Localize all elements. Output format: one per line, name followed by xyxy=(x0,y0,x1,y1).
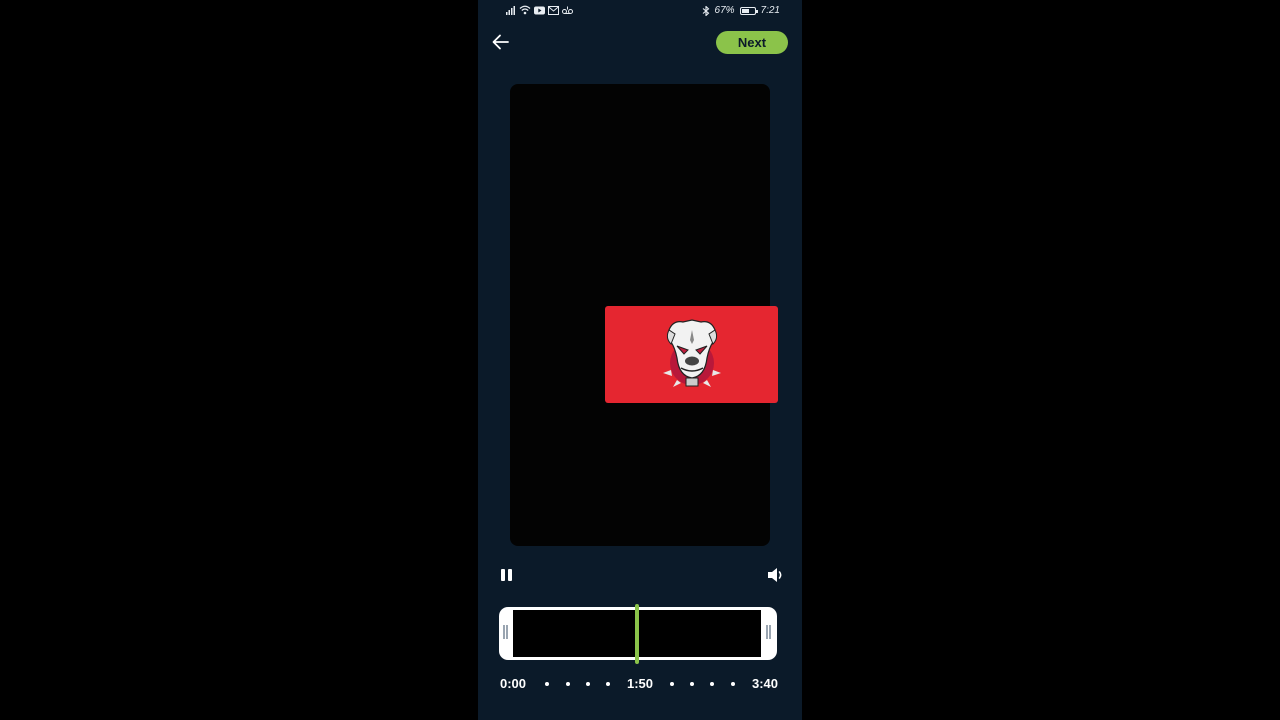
tick-dot xyxy=(690,682,694,686)
time-end: 3:40 xyxy=(752,676,779,691)
trim-timeline[interactable] xyxy=(499,604,779,664)
time-ruler: 0:00 1:50 3:40 xyxy=(500,676,782,692)
bluetooth-icon xyxy=(702,5,709,16)
time-start: 0:00 xyxy=(500,676,527,691)
signal-icon xyxy=(506,5,515,15)
mail-icon xyxy=(548,5,559,15)
arrow-left-icon xyxy=(492,34,509,50)
overlay-logo-sticker[interactable] xyxy=(605,306,778,403)
battery-icon xyxy=(739,6,758,15)
battery-fill xyxy=(741,8,749,13)
trim-handle-end[interactable] xyxy=(766,625,772,642)
status-left-icons xyxy=(506,5,573,15)
playhead[interactable] xyxy=(635,604,639,664)
wifi-icon xyxy=(519,5,531,15)
tick-dot xyxy=(545,682,549,686)
battery-percent: 67% xyxy=(714,5,735,16)
clock: 7:21 xyxy=(760,5,780,16)
volume-button[interactable] xyxy=(766,567,784,583)
tick-dot xyxy=(566,682,570,686)
next-button[interactable]: Next xyxy=(716,31,788,54)
tick-dot xyxy=(586,682,590,686)
time-middle: 1:50 xyxy=(627,676,654,691)
pause-icon xyxy=(501,569,505,581)
trim-handle-start[interactable] xyxy=(503,625,509,642)
status-right: 67% 7:21 xyxy=(702,5,780,16)
back-button[interactable] xyxy=(490,31,512,53)
tick-dot xyxy=(606,682,610,686)
bulldog-logo-icon xyxy=(663,319,721,387)
voicemail-icon xyxy=(562,6,573,14)
pause-button[interactable] xyxy=(501,569,513,581)
youtube-icon xyxy=(534,6,545,14)
phone-screen: 67% 7:21 Next 0:00 1:50 3:40 xyxy=(478,0,802,720)
status-bar: 67% 7:21 xyxy=(478,0,802,24)
volume-icon xyxy=(768,568,782,582)
tick-dot xyxy=(731,682,735,686)
tick-dot xyxy=(670,682,674,686)
pause-icon-bar xyxy=(508,569,512,581)
tick-dot xyxy=(710,682,714,686)
